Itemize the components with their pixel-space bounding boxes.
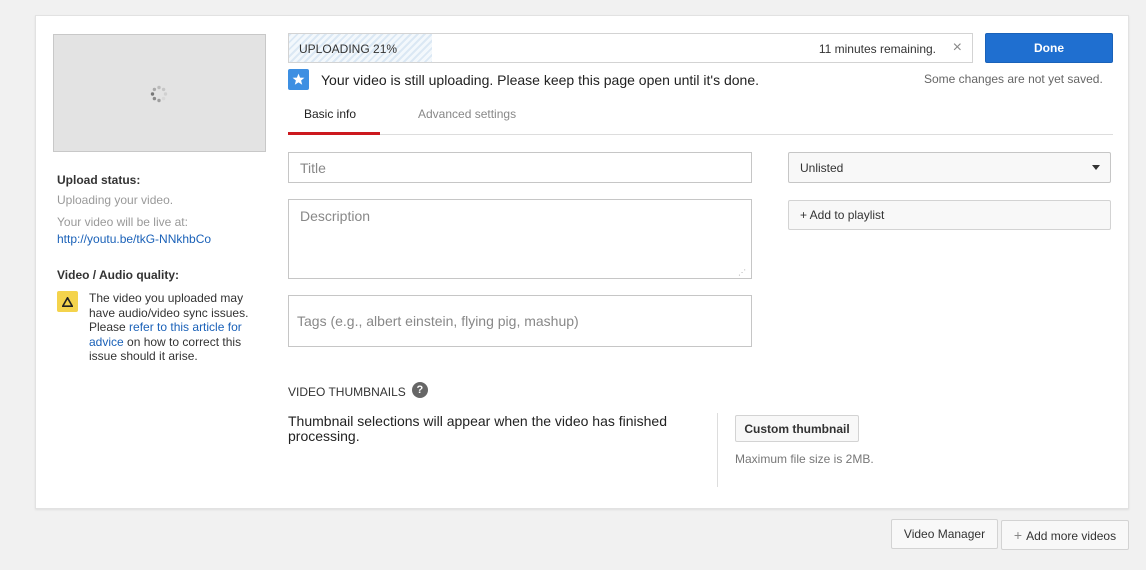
tab-basic-info[interactable]: Basic info bbox=[304, 107, 356, 121]
time-remaining: 11 minutes remaining. bbox=[818, 42, 936, 56]
upload-progress-bar: UPLOADING 21% 11 minutes remaining. × bbox=[288, 33, 973, 63]
thumbnails-divider bbox=[717, 413, 718, 487]
tab-advanced-settings[interactable]: Advanced settings bbox=[418, 107, 516, 121]
chevron-down-icon bbox=[1092, 165, 1100, 170]
add-to-playlist-button[interactable]: + Add to playlist bbox=[788, 200, 1111, 230]
quality-warning: The video you uploaded may have audio/vi… bbox=[57, 291, 257, 364]
thumbnails-heading: VIDEO THUMBNAILS ? bbox=[288, 382, 428, 399]
upload-status-label: Upload status: bbox=[57, 173, 141, 187]
progress-label: UPLOADING 21% bbox=[299, 42, 398, 56]
video-url-link[interactable]: http://youtu.be/tkG-NNkhbCo bbox=[57, 232, 257, 246]
upload-card: Upload status: Uploading your video. You… bbox=[35, 15, 1129, 509]
resize-grip-icon[interactable]: ⋰ bbox=[738, 268, 746, 277]
help-icon[interactable]: ? bbox=[411, 382, 428, 398]
upload-notice-text: Your video is still uploading. Please ke… bbox=[321, 71, 760, 88]
privacy-select[interactable]: Unlisted bbox=[788, 152, 1111, 183]
description-textarea[interactable] bbox=[288, 199, 752, 279]
warning-icon bbox=[57, 291, 78, 312]
done-button[interactable]: Done bbox=[985, 33, 1113, 63]
cancel-upload-close-icon[interactable]: × bbox=[953, 39, 962, 57]
max-file-size-note: Maximum file size is 2MB. bbox=[735, 452, 874, 466]
title-input[interactable] bbox=[288, 152, 752, 183]
thumbnails-message: Thumbnail selections will appear when th… bbox=[288, 413, 667, 444]
add-more-videos-button[interactable]: + Add more videos bbox=[1001, 520, 1129, 550]
thumbnails-heading-text: VIDEO THUMBNAILS bbox=[288, 385, 406, 399]
custom-thumbnail-button[interactable]: Custom thumbnail bbox=[735, 415, 859, 442]
live-at-text: Your video will be live at: bbox=[57, 215, 188, 229]
warning-text: The video you uploaded may have audio/vi… bbox=[89, 291, 253, 364]
video-preview bbox=[53, 34, 266, 152]
unsaved-changes-note: Some changes are not yet saved. bbox=[924, 72, 1103, 86]
video-manager-button[interactable]: Video Manager bbox=[891, 519, 998, 549]
active-tab-indicator bbox=[288, 132, 380, 135]
tags-input[interactable] bbox=[288, 295, 752, 347]
quality-label: Video / Audio quality: bbox=[57, 268, 180, 282]
tab-bar: Basic info Advanced settings bbox=[288, 106, 1113, 135]
upload-status-text: Uploading your video. bbox=[57, 193, 174, 207]
upload-notice: Your video is still uploading. Please ke… bbox=[288, 69, 759, 90]
star-icon bbox=[288, 69, 309, 90]
add-more-videos-label: Add more videos bbox=[1026, 529, 1117, 543]
privacy-selected-value: Unlisted bbox=[800, 161, 844, 175]
loading-spinner-icon bbox=[150, 85, 168, 103]
upload-status-panel: Upload status: Uploading your video. You… bbox=[57, 173, 257, 364]
plus-icon: + bbox=[1013, 527, 1023, 543]
